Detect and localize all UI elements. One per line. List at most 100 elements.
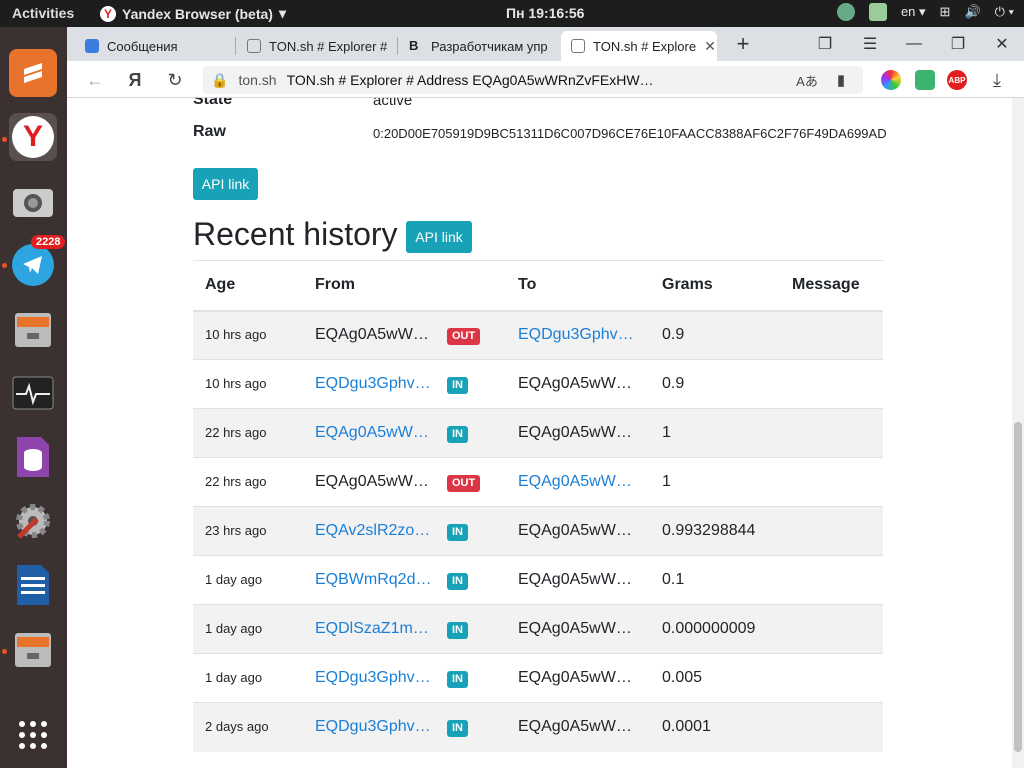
table-row: 22 hrs ago EQAg0A5wW… OUT EQAg0A5wW… 1	[193, 457, 883, 507]
tab-label: TON.sh # Explore	[593, 38, 697, 54]
url-field[interactable]: 🔒 ton.sh TON.sh # Explorer # Address EQA…	[203, 66, 863, 94]
power-icon[interactable]: ⏻ ▾	[995, 4, 1014, 20]
from-address-link[interactable]: EQDgu3Gphv…	[315, 718, 431, 736]
age-cell: 10 hrs ago	[205, 327, 267, 343]
table-cell: EQDgu3Gphv…	[506, 310, 650, 360]
history-api-link-button[interactable]: API link	[406, 221, 472, 253]
weather-icon[interactable]	[836, 3, 855, 21]
to-address-link[interactable]: EQAg0A5wW…	[518, 473, 632, 491]
tab-bar: Сообщения TON.sh # Explorer # B Разработ…	[67, 27, 1024, 61]
scrollbar[interactable]	[1012, 98, 1024, 768]
from-address-link[interactable]: EQDgu3Gphv…	[315, 669, 431, 687]
table-cell: 0.1	[650, 555, 780, 605]
yandex-browser-icon[interactable]: Y	[9, 113, 57, 161]
grams-cell: 0.0001	[662, 718, 711, 736]
adguard-shield-icon[interactable]	[915, 70, 935, 90]
shield-icon[interactable]	[868, 3, 887, 21]
api-link-button[interactable]: API link	[193, 168, 258, 200]
yandex-icon: Y	[100, 5, 116, 22]
from-address-link[interactable]: EQBWmRq2d…	[315, 571, 431, 589]
color-wheel-extension-icon[interactable]	[881, 70, 901, 90]
tab-ton-explorer-active[interactable]: TON.sh # Explore ✕	[561, 31, 717, 61]
table-row: 1 day ago EQDlSzaZ1m… IN EQAg0A5wW… 0.000000…	[193, 604, 883, 654]
download-icon[interactable]: ⤓	[985, 68, 1009, 92]
to-address-link[interactable]: EQDgu3Gphv…	[518, 326, 634, 344]
age-cell: 2 days ago	[205, 719, 269, 735]
camera-icon[interactable]	[9, 177, 57, 225]
from-address-link[interactable]: EQAv2slR2zo…	[315, 522, 430, 540]
from-address-link[interactable]: EQDlSzaZ1m…	[315, 620, 429, 638]
close-tab-icon[interactable]: ✕	[704, 38, 716, 55]
table-cell: 1	[650, 457, 780, 507]
running-indicator	[2, 137, 7, 142]
table-cell: 0.005	[650, 653, 780, 703]
network-icon[interactable]: ⊞	[940, 4, 951, 20]
table-cell	[780, 359, 883, 409]
page-content: State active Raw 0:20D00E705919D9BC51311…	[67, 98, 1012, 768]
chat-icon	[85, 39, 99, 53]
from-address: EQAg0A5wW…	[315, 326, 429, 344]
table-cell: 0.9	[650, 310, 780, 360]
system-monitor-icon[interactable]	[9, 369, 57, 417]
adblock-plus-icon[interactable]: ABP	[947, 70, 967, 90]
table-cell: EQDgu3Gphv…	[303, 359, 447, 409]
table-cell	[780, 555, 883, 605]
bookmark-icon[interactable]: ▮	[829, 68, 853, 92]
table-cell: EQAg0A5wW…	[506, 359, 650, 409]
to-address: EQAg0A5wW…	[518, 374, 632, 392]
file-cabinet-icon[interactable]	[9, 625, 57, 673]
clock[interactable]: Пн 19:16:56	[506, 5, 584, 21]
table-row: 10 hrs ago EQAg0A5wW… OUT EQDgu3Gphv… 0.9	[193, 310, 883, 360]
table-cell: 23 hrs ago	[193, 506, 303, 556]
tab-ton-explorer[interactable]: TON.sh # Explorer #	[237, 31, 395, 61]
table-cell: EQAg0A5wW…	[506, 457, 650, 507]
age-cell: 22 hrs ago	[205, 425, 267, 440]
show-applications-icon[interactable]	[9, 711, 57, 759]
table-cell: EQBWmRq2d…	[303, 555, 447, 605]
from-address-link[interactable]: EQDgu3Gphv…	[315, 375, 431, 393]
libreoffice-base-icon[interactable]	[9, 433, 57, 481]
scrollbar-thumb[interactable]	[1014, 422, 1022, 752]
table-cell: EQAg0A5wW…	[303, 408, 447, 458]
column-header-message: Message	[780, 260, 883, 312]
tab-developers[interactable]: B Разработчикам упр	[399, 31, 559, 61]
volume-icon[interactable]: 🔊	[964, 4, 980, 20]
sublime-text-icon[interactable]	[9, 49, 57, 97]
table-cell	[780, 702, 883, 752]
file-cabinet-icon[interactable]	[9, 305, 57, 353]
yandex-home-icon[interactable]: Я	[123, 68, 147, 92]
from-address-link[interactable]: EQAg0A5wW…	[315, 424, 429, 442]
address-bar: ← Я ↻ 🔒 ton.sh TON.sh # Explorer # Addre…	[67, 61, 1024, 98]
back-icon[interactable]: ←	[83, 68, 107, 92]
telegram-icon[interactable]: 2228	[9, 235, 66, 289]
recent-history-title: Recent history	[193, 216, 398, 253]
new-tab-button[interactable]: +	[729, 31, 757, 56]
tab-separator	[235, 37, 236, 55]
direction-badge: IN	[447, 376, 468, 394]
table-cell: OUT	[447, 457, 506, 507]
chevron-down-icon: ▾	[278, 5, 286, 21]
activities-button[interactable]: Activities	[12, 5, 74, 21]
close-window-icon[interactable]: ✕	[988, 32, 1016, 56]
table-cell: IN	[447, 506, 506, 556]
reload-icon[interactable]: ↻	[163, 68, 187, 92]
minimize-icon[interactable]: —	[900, 32, 928, 56]
keyboard-layout[interactable]: en ▾	[901, 4, 926, 20]
system-settings-icon[interactable]	[9, 497, 57, 545]
table-cell	[780, 310, 883, 360]
grams-cell: 0.005	[662, 669, 703, 686]
to-address: EQAg0A5wW…	[518, 668, 632, 686]
tab-label: Сообщения	[107, 38, 178, 54]
libreoffice-writer-icon[interactable]	[9, 561, 57, 609]
restore-icon[interactable]: ❐	[944, 32, 972, 56]
app-menu[interactable]: Y Yandex Browser (beta) ▾	[100, 5, 286, 22]
recent-history-heading: Recent history	[193, 216, 398, 252]
translate-icon[interactable]: Aあ	[795, 68, 819, 92]
table-cell: EQDgu3Gphv…	[303, 702, 447, 752]
table-cell: EQDlSzaZ1m…	[303, 604, 447, 654]
tab-separator	[397, 37, 398, 55]
tab-panel-icon[interactable]: ❐	[811, 32, 839, 56]
table-cell	[780, 604, 883, 654]
menu-icon[interactable]: ☰	[856, 32, 884, 56]
tab-messages[interactable]: Сообщения	[75, 31, 235, 61]
